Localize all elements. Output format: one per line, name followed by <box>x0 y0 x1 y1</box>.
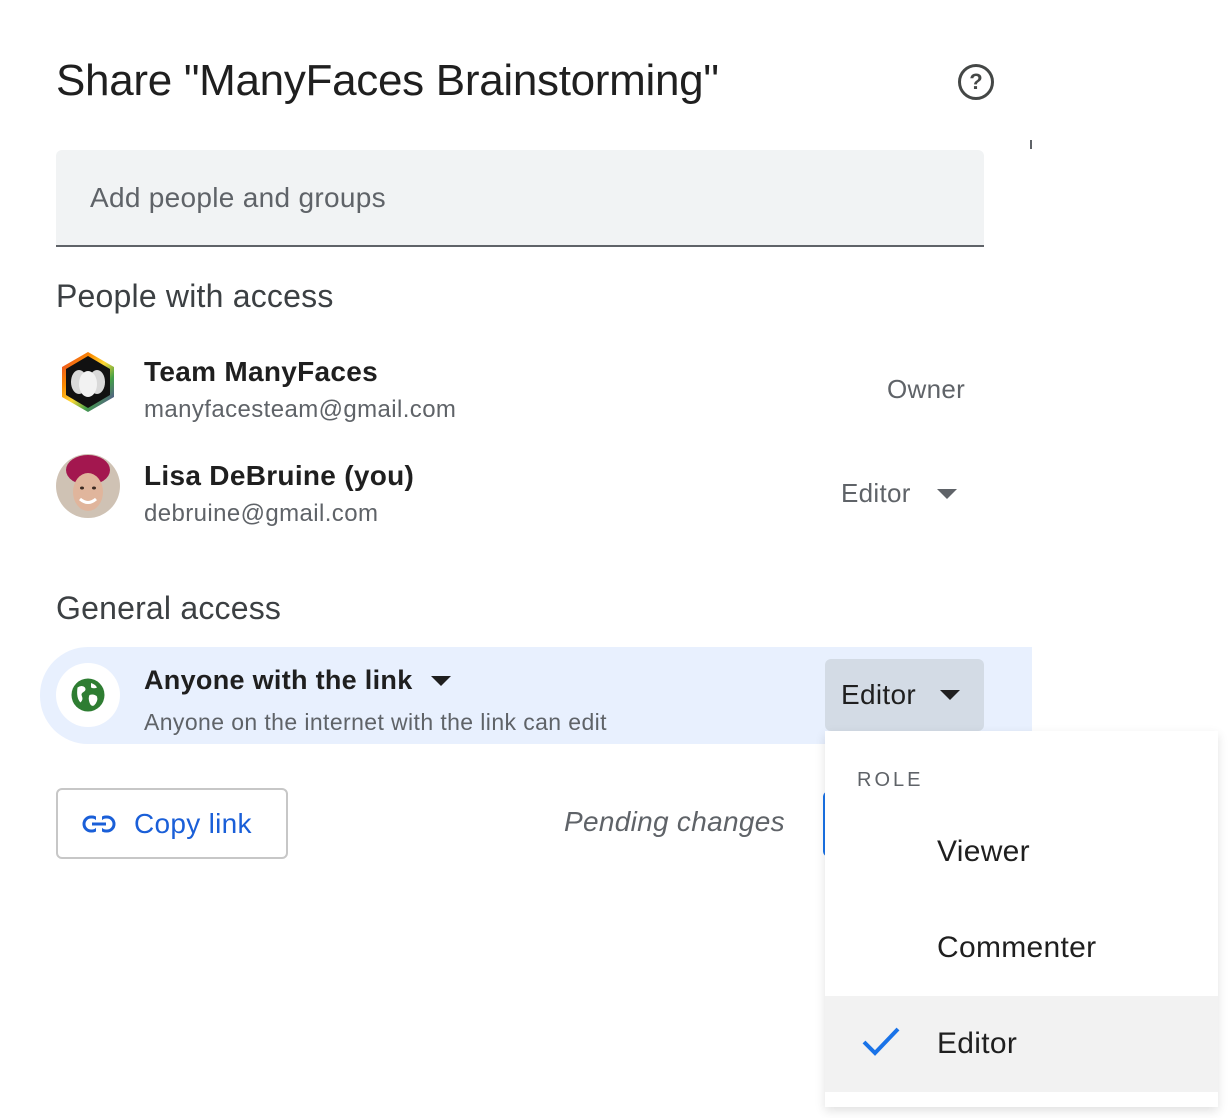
caret-down-icon <box>936 488 957 499</box>
role-option-label: Editor <box>937 1027 1018 1060</box>
avatar-team-manyfaces <box>56 350 120 414</box>
role-option-editor[interactable]: Editor <box>825 996 1218 1092</box>
avatar-lisa-debruine <box>56 454 120 518</box>
person-row-you: Lisa DeBruine (you) debruine@gmail.com E… <box>56 454 984 534</box>
people-with-access-heading: People with access <box>56 278 334 314</box>
link-type-label: Anyone with the link <box>144 665 413 695</box>
role-option-viewer[interactable]: Viewer <box>825 804 1218 900</box>
pending-changes-text: Pending changes <box>564 806 785 837</box>
person-name: Lisa DeBruine (you) <box>144 460 415 491</box>
caret-down-icon <box>939 690 960 700</box>
owner-role-label: Owner <box>887 374 966 404</box>
role-option-label: Viewer <box>937 835 1030 868</box>
link-icon <box>82 814 116 833</box>
person-role-label: Editor <box>841 478 911 508</box>
help-glyph: ? <box>969 69 983 94</box>
person-email: manyfacesteam@gmail.com <box>144 396 457 423</box>
help-icon[interactable]: ? <box>958 64 994 100</box>
link-access-description: Anyone on the internet with the link can… <box>144 709 607 735</box>
add-people-input[interactable] <box>56 150 984 247</box>
person-name: Team ManyFaces <box>144 356 379 387</box>
copy-link-button[interactable]: Copy link <box>56 788 288 859</box>
globe-icon <box>56 663 120 727</box>
person-row-owner: Team ManyFaces manyfacesteam@gmail.com O… <box>56 350 984 430</box>
role-option-label: Commenter <box>937 931 1097 964</box>
copy-link-label: Copy link <box>134 807 252 839</box>
role-option-commenter[interactable]: Commenter <box>825 900 1218 996</box>
background-tick <box>1030 140 1032 149</box>
link-role-dropdown[interactable]: Editor <box>825 659 984 731</box>
person-role-dropdown[interactable]: Editor <box>841 478 957 509</box>
link-type-dropdown[interactable]: Anyone with the link <box>144 665 451 696</box>
role-menu: ROLE Viewer Commenter Editor <box>825 731 1218 1107</box>
general-access-heading: General access <box>56 590 282 626</box>
link-role-label: Editor <box>841 679 916 710</box>
general-access-row: Anyone with the link Anyone on the inter… <box>40 647 1032 744</box>
check-icon <box>862 1027 900 1056</box>
person-email: debruine@gmail.com <box>144 500 379 527</box>
caret-down-icon <box>430 675 451 686</box>
dialog-title: Share "ManyFaces Brainstorming" <box>56 56 719 105</box>
role-menu-label: ROLE <box>857 769 924 791</box>
